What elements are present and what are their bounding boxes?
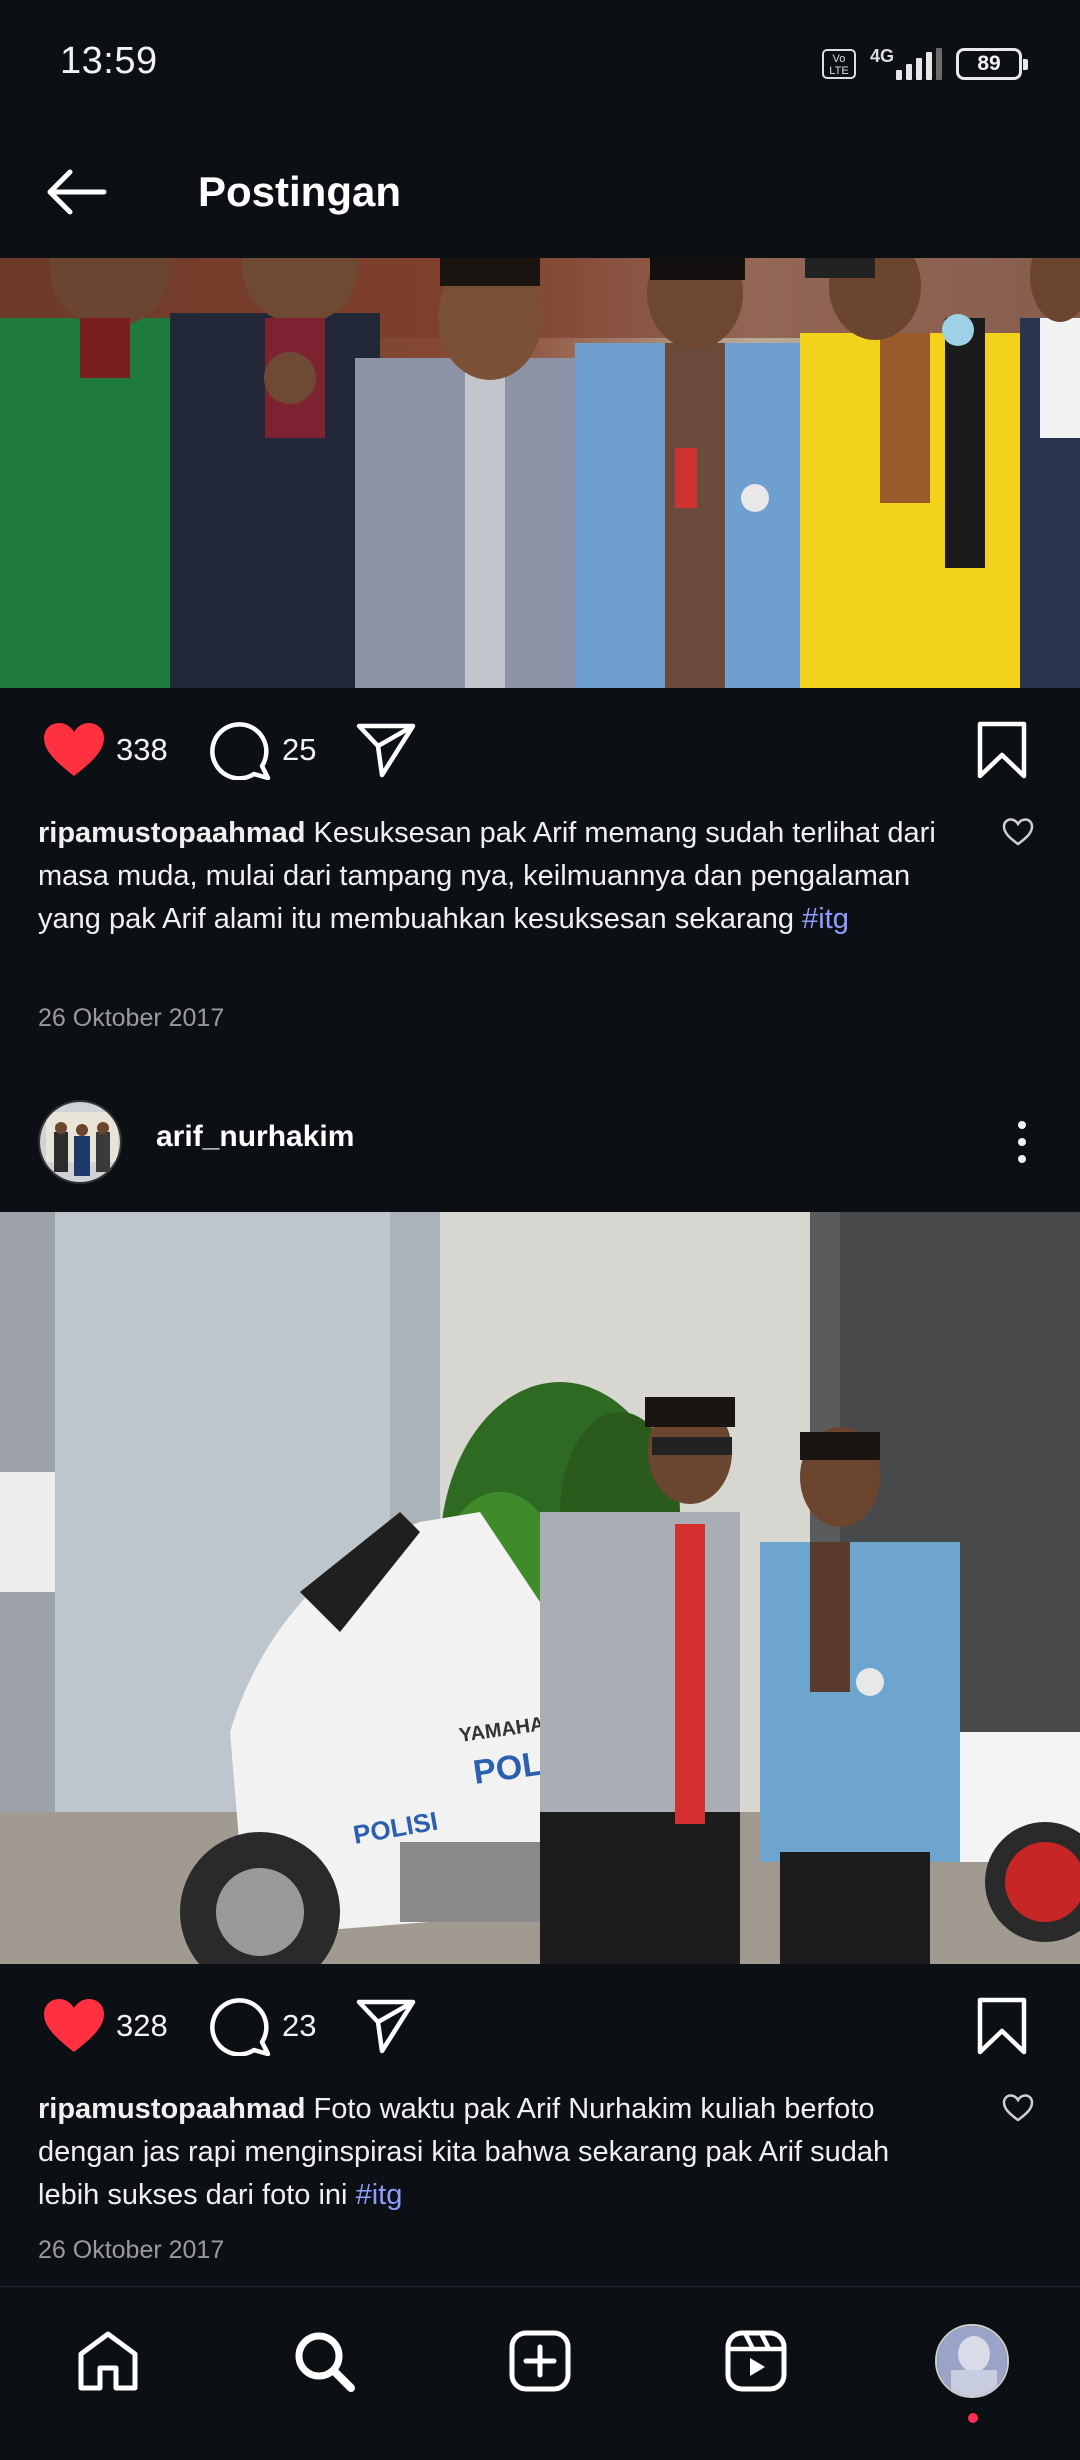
home-icon [78, 2331, 138, 2391]
network-type: 4G [869, 45, 894, 66]
bookmark-icon [977, 721, 1027, 779]
post-image-motorcycle[interactable]: YAMAHA POLISI POLISI [0, 1212, 1080, 1964]
comment-button[interactable]: 25 [210, 722, 316, 780]
header: Postingan [0, 128, 1080, 256]
post-actions: 338 25 [0, 700, 1080, 800]
screen: 13:59 Vo LTE 4G 89 Postingan 338 25 ripa… [0, 0, 1080, 2460]
post-header: arif_nurhakim [0, 1094, 1080, 1190]
nav-home[interactable] [64, 2317, 152, 2405]
share-button[interactable] [356, 1998, 416, 2054]
avatar-image [40, 1102, 120, 1182]
like-count[interactable]: 328 [116, 2008, 168, 2044]
volte-icon: Vo LTE [821, 49, 856, 79]
nav-reels[interactable] [712, 2317, 800, 2405]
bottom-nav [0, 2286, 1080, 2460]
post-author[interactable]: arif_nurhakim [156, 1120, 354, 1154]
like-button[interactable]: 328 [42, 1998, 168, 2054]
back-button[interactable] [36, 156, 116, 228]
status-time: 13:59 [60, 40, 158, 82]
status-bar: 13:59 Vo LTE 4G 89 [0, 0, 1080, 128]
more-options-button[interactable] [1000, 1114, 1044, 1170]
send-icon [356, 1999, 416, 2054]
create-icon [509, 2330, 571, 2392]
post-date: 26 Oktober 2017 [38, 2236, 225, 2264]
caption-like-button[interactable] [1000, 2090, 1036, 2126]
post-actions: 328 23 [0, 1976, 1080, 2076]
like-count[interactable]: 338 [116, 732, 168, 768]
bookmark-icon [977, 1997, 1027, 2055]
save-button[interactable] [976, 721, 1028, 779]
share-button[interactable] [356, 722, 416, 778]
battery-icon: 89 [956, 48, 1028, 80]
comment-icon [210, 1998, 271, 2056]
notification-dot [968, 2413, 978, 2423]
heart-outline-icon [1002, 2094, 1034, 2122]
profile-avatar-image [937, 2326, 1007, 2396]
post-caption: ripamustopaahmad Foto waktu pak Arif Nur… [38, 2088, 938, 2217]
comment-count[interactable]: 23 [282, 2008, 316, 2044]
heart-outline-icon [1002, 818, 1034, 846]
nav-create[interactable] [496, 2317, 584, 2405]
more-dot [1018, 1138, 1026, 1146]
page-title: Postingan [198, 168, 402, 215]
motorcycle-photo: YAMAHA POLISI POLISI [0, 1212, 1080, 1964]
save-button[interactable] [976, 1997, 1028, 2055]
post-date: 26 Oktober 2017 [38, 1004, 225, 1032]
battery-level: 89 [977, 52, 1001, 75]
arrow-left-icon [47, 169, 107, 215]
nav-search[interactable] [280, 2317, 368, 2405]
caption-like-button[interactable] [1000, 814, 1036, 850]
comment-count[interactable]: 25 [282, 732, 316, 768]
more-dot [1018, 1121, 1026, 1129]
profile-avatar [935, 2324, 1009, 2398]
caption-hashtag[interactable]: #itg [802, 903, 849, 935]
avatar[interactable] [38, 1100, 122, 1184]
like-button[interactable]: 338 [42, 722, 168, 778]
post-caption: ripamustopaahmad Kesuksesan pak Arif mem… [38, 812, 938, 941]
comment-icon [210, 722, 271, 780]
heart-filled-icon [44, 723, 104, 776]
reels-icon [725, 2330, 787, 2392]
more-dot [1018, 1155, 1026, 1163]
send-icon [356, 723, 416, 778]
signal-icon [896, 48, 942, 80]
caption-hashtag[interactable]: #itg [356, 2179, 403, 2211]
comment-button[interactable]: 23 [210, 1998, 316, 2056]
search-icon [295, 2332, 355, 2392]
status-icons: Vo LTE 4G 89 [821, 44, 1028, 84]
caption-username[interactable]: ripamustopaahmad [38, 817, 306, 849]
post-image-group[interactable] [0, 258, 1080, 688]
nav-profile[interactable] [928, 2317, 1016, 2423]
group-photo [0, 258, 1080, 688]
heart-filled-icon [44, 1999, 104, 2052]
caption-username[interactable]: ripamustopaahmad [38, 2093, 306, 2125]
